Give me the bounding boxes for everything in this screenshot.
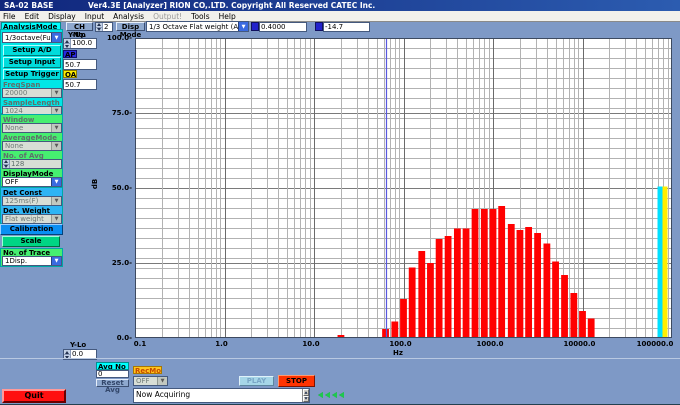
avg-no-value: 0 bbox=[96, 370, 129, 378]
acquiring-arrow-icon bbox=[318, 392, 323, 398]
status-log[interactable]: Now Acquiring bbox=[133, 388, 310, 403]
chevron-down-icon: ▼ bbox=[157, 377, 167, 385]
scroll-down-icon[interactable] bbox=[303, 396, 309, 403]
acquiring-arrow-icon bbox=[339, 392, 344, 398]
spectrum-plot[interactable] bbox=[135, 38, 672, 338]
menu-item-tools[interactable]: Tools bbox=[191, 12, 209, 21]
x-tick-label: 0.1 bbox=[118, 340, 162, 348]
menu-item-help[interactable]: Help bbox=[219, 12, 236, 21]
y-tick-label: 25.0- bbox=[96, 259, 132, 267]
menu-item-edit[interactable]: Edit bbox=[25, 12, 40, 21]
title-bar: SA-02 BASE Ver4.3E [Analyzer] RION CO,.L… bbox=[0, 0, 680, 11]
x-tick-label: 1000.0 bbox=[468, 340, 512, 348]
menu-item-input[interactable]: Input bbox=[85, 12, 104, 21]
rec-mode-label: RecMode bbox=[133, 366, 162, 374]
stop-button[interactable]: STOP bbox=[278, 375, 315, 387]
y-tick-label: 75.0- bbox=[96, 109, 132, 117]
y-axis-unit: dB bbox=[91, 179, 99, 189]
y-tick-label: 100.0- bbox=[96, 34, 132, 42]
divider bbox=[0, 358, 680, 359]
app-version-text: Ver4.3E [Analyzer] RION CO,.LTD. Copyrig… bbox=[88, 0, 375, 11]
acquiring-indicator bbox=[318, 392, 346, 398]
analyzer-window: SA-02 BASE Ver4.3E [Analyzer] RION CO,.L… bbox=[0, 0, 680, 405]
menu-item-file[interactable]: File bbox=[3, 12, 16, 21]
rec-mode-dropdown: OFF ▼ bbox=[133, 376, 168, 386]
spectrum-chart: 0.0-25.0-50.0-75.0-100.0- 0.11.010.0100.… bbox=[0, 22, 680, 362]
menu-item-analysis[interactable]: Analysis bbox=[113, 12, 144, 21]
status-scrollbar[interactable] bbox=[302, 389, 309, 402]
acquiring-arrow-icon bbox=[325, 392, 330, 398]
x-tick-label: 1.0 bbox=[200, 340, 244, 348]
avg-no-label: Avg No bbox=[96, 362, 129, 370]
x-axis-unit: Hz bbox=[393, 349, 403, 357]
x-tick-label: 10.0 bbox=[289, 340, 333, 348]
x-tick-label: 100.0 bbox=[379, 340, 423, 348]
x-tick-label: 100000.0 bbox=[633, 340, 677, 348]
quit-button[interactable]: Quit bbox=[2, 389, 66, 403]
reset-avg-button[interactable]: Reset Avg bbox=[96, 379, 129, 387]
rec-mode-value: OFF bbox=[134, 377, 157, 385]
x-tick-label: 10000.0 bbox=[558, 340, 602, 348]
play-button[interactable]: PLAY bbox=[239, 376, 274, 386]
status-text: Now Acquiring bbox=[134, 389, 309, 400]
menu-item-display[interactable]: Display bbox=[48, 12, 76, 21]
acquiring-arrow-icon bbox=[332, 392, 337, 398]
y-tick-label: 50.0- bbox=[96, 184, 132, 192]
menu-bar: File Edit Display Input Analysis Output! Tools… bbox=[0, 11, 680, 22]
app-title: SA-02 BASE bbox=[4, 0, 53, 11]
menu-item-output: Output! bbox=[153, 12, 182, 21]
